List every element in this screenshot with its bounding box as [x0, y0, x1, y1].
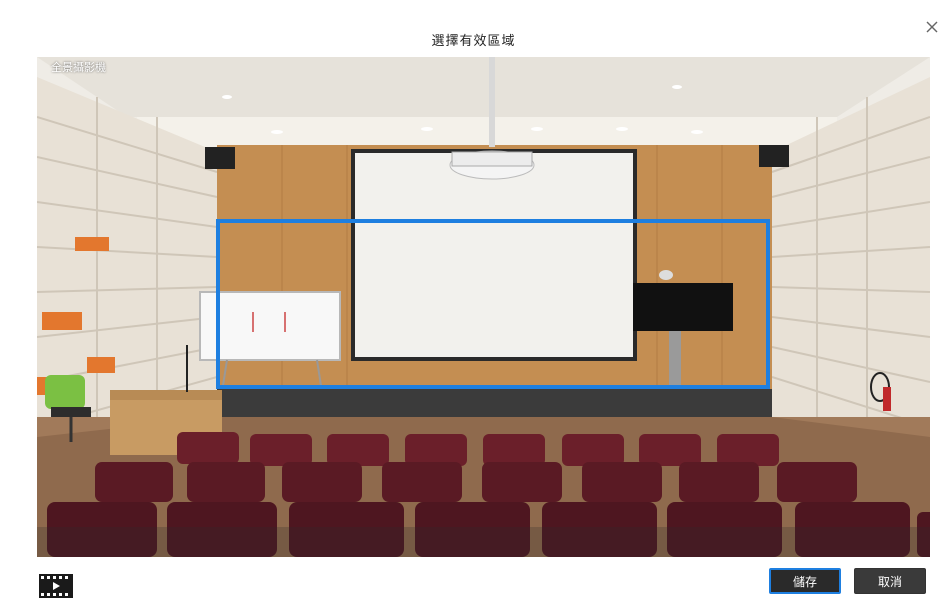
cancel-button[interactable]: 取消 [854, 568, 926, 594]
close-icon[interactable] [923, 18, 941, 36]
dialog-title: 選擇有效區域 [431, 34, 516, 49]
save-button[interactable]: 儲存 [769, 568, 841, 594]
region-selection-box[interactable] [216, 219, 770, 389]
film-play-icon[interactable] [39, 574, 73, 598]
select-region-dialog: 選擇有效區域 全景攝影機 儲存 取消 [0, 0, 947, 613]
panorama-camera-view[interactable]: 全景攝影機 [37, 57, 930, 557]
camera-label: 全景攝影機 [51, 61, 106, 74]
